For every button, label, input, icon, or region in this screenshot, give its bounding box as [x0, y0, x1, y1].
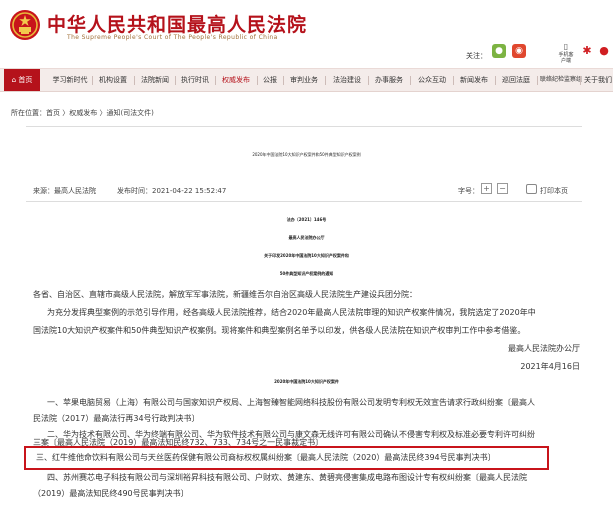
notice-title-line1: 关于印发2020年中国法院10大知识产权案件和 — [264, 253, 349, 258]
national-emblem-icon — [10, 10, 40, 40]
nav-item-circuit-courts[interactable]: 巡回法庭 — [498, 69, 534, 91]
font-size-label: 字号： — [458, 187, 479, 195]
nav-item-press[interactable]: 新闻发布 — [456, 69, 492, 91]
printer-icon[interactable] — [526, 184, 537, 194]
case-item: 三案〔最高人民法院（2019）最高法知民终732、733、734号之一民事裁定书… — [33, 438, 324, 447]
publish-time: 发布时间：2021-04-22 15:52:47 — [117, 187, 227, 195]
case-item: 民法院（2017）最高法行再34号行政判决书〕 — [33, 414, 200, 423]
signature-org: 最高人民法院办公厅 — [508, 344, 580, 353]
mobile-phone-icon[interactable]: ▯ — [561, 43, 571, 51]
case-item: 一、苹果电脑贸易（上海）有限公司与国家知识产权局、上海智臻智能网络科技股份有限公… — [47, 398, 535, 407]
nav-item-home[interactable]: ⌂ 首页 — [4, 69, 40, 91]
android-icon[interactable]: ✱ — [580, 44, 594, 58]
nav-item-interaction[interactable]: 公众互动 — [414, 69, 450, 91]
body-paragraph: 国法院10大知识产权案件和50件典型知识产权案例。现将案件和典型案例名单予以印发… — [33, 326, 526, 335]
case-item: （2019）最高法知民终490号民事判决书〕 — [33, 489, 189, 498]
case-item-highlighted: 三、红牛维他命饮料有限公司与天丝医药保健有限公司商标权权属纠纷案〔最高人民法院（… — [36, 453, 496, 462]
nav-item-gazette[interactable]: 公报 — [260, 69, 280, 91]
issuer: 最高人民法院办公厅 — [288, 235, 325, 240]
nav-item-rule-of-law[interactable]: 法治建设 — [329, 69, 365, 91]
apple-icon[interactable]: ● — [597, 44, 611, 58]
breadcrumb[interactable]: 所在位置：首页 〉权威发布 〉通知(司法文件) — [11, 108, 154, 118]
mobile-client-label[interactable]: 手机客户端 — [558, 52, 574, 64]
list-heading: 2020年中国法院10大知识产权案件 — [274, 379, 339, 384]
home-icon: ⌂ — [11, 76, 17, 84]
body-paragraph: 为充分发挥典型案例的示范引导作用，经各高级人民法院推荐，结合2020年最高人民法… — [47, 308, 536, 317]
article-source: 来源：最高人民法院 — [33, 187, 96, 195]
nav-item-inspection[interactable]: 联络纪检监察组 — [540, 69, 582, 91]
weibo-icon[interactable]: ◉ — [512, 44, 526, 58]
font-decrease-button[interactable]: − — [497, 183, 508, 194]
divider — [26, 126, 582, 127]
nav-item-organization[interactable]: 机构设置 — [95, 69, 131, 91]
main-nav: ⌂ 首页 学习新时代 机构设置 法院新闻 执行时讯 权威发布 公报 审判业务 法… — [0, 68, 613, 92]
print-button[interactable]: 打印本页 — [540, 186, 568, 196]
signature-date: 2021年4月16日 — [520, 362, 580, 371]
nav-item-enforcement[interactable]: 执行时讯 — [178, 69, 212, 91]
document-number: 法办〔2021〕146号 — [286, 217, 327, 222]
site-title[interactable]: 中华人民共和国最高人民法院 — [47, 10, 307, 37]
recipients: 各省、自治区、直辖市高级人民法院，解放军军事法院，新疆维吾尔自治区高级人民法院生… — [33, 290, 417, 299]
site-subtitle: The Supreme People's Court of The People… — [67, 34, 278, 41]
follow-label: 关注： — [466, 52, 487, 60]
nav-item-trial[interactable]: 审判业务 — [286, 69, 322, 91]
nav-item-services[interactable]: 办事服务 — [371, 69, 407, 91]
nav-item-court-news[interactable]: 法院新闻 — [138, 69, 172, 91]
wechat-icon[interactable]: ● — [492, 44, 506, 58]
article-title: 2020年中国法院10大知识产权案件和50件典型知识产权案例 — [252, 152, 361, 157]
divider — [26, 201, 582, 202]
site-header: 中华人民共和国最高人民法院 The Supreme People's Court… — [0, 0, 613, 68]
nav-item-about[interactable]: 关于我们 — [583, 69, 613, 91]
case-item: 四、苏州赛芯电子科技有限公司与深圳裕昇科技有限公司、户财欢、黄建东、黄碧亮侵害集… — [47, 473, 527, 482]
nav-item-official-release[interactable]: 权威发布 — [218, 69, 254, 91]
font-increase-button[interactable]: + — [481, 183, 492, 194]
nav-item-study[interactable]: 学习新时代 — [50, 69, 90, 91]
notice-title-line2: 50件典型知识产权案例的通知 — [279, 271, 334, 276]
